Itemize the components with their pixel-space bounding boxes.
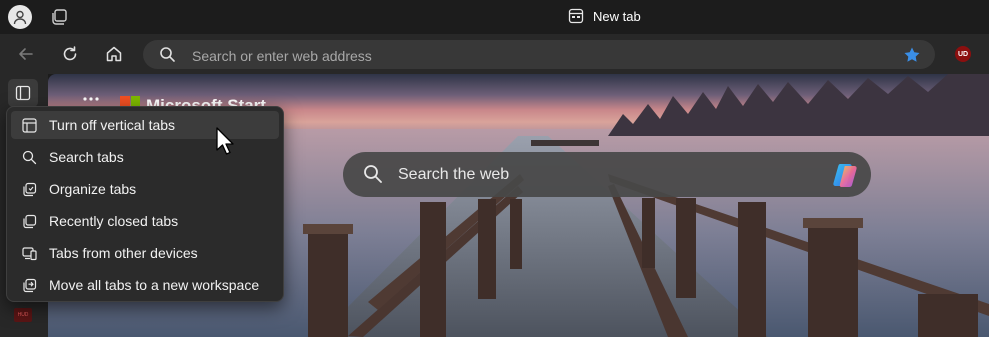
menu-item-organize-tabs[interactable]: Organize tabs [11, 175, 279, 203]
ublock-extension-icon[interactable]: UD [955, 46, 971, 62]
address-bar[interactable] [143, 40, 935, 71]
menu-item-recently-closed-tabs[interactable]: Recently closed tabs [11, 207, 279, 235]
toolbar: UD [0, 34, 989, 74]
menu-item-tabs-from-other-devices[interactable]: Tabs from other devices [11, 239, 279, 267]
search-icon [160, 47, 175, 62]
workspace-move-icon [20, 276, 38, 294]
devices-icon [20, 244, 38, 262]
menu-item-label: Search tabs [49, 149, 124, 165]
menu-item-move-to-workspace[interactable]: Move all tabs to a new workspace [11, 271, 279, 299]
menu-item-label: Move all tabs to a new workspace [49, 277, 260, 293]
menu-item-label: Tabs from other devices [49, 245, 198, 261]
address-input[interactable] [190, 40, 874, 71]
web-search-box[interactable]: Search the web [343, 152, 871, 197]
vertical-tabs-icon [15, 85, 31, 101]
sidebar-tab-favicon[interactable]: HUD [14, 308, 32, 322]
organize-tabs-icon [20, 180, 38, 198]
menu-item-turn-off-vertical-tabs[interactable]: Turn off vertical tabs [11, 111, 279, 139]
tab-title-text: New tab [593, 8, 641, 24]
back-icon[interactable] [14, 42, 38, 66]
new-tab-page-icon [568, 8, 584, 24]
web-search-placeholder: Search the web [398, 166, 510, 183]
mouse-cursor-icon [216, 127, 234, 155]
menu-item-label: Recently closed tabs [49, 213, 179, 229]
tab-actions-menu-button[interactable] [8, 79, 38, 107]
menu-item-search-tabs[interactable]: Search tabs [11, 143, 279, 171]
home-icon[interactable] [102, 42, 126, 66]
active-tab-title[interactable]: New tab [568, 8, 641, 24]
workspaces-icon[interactable] [50, 7, 70, 27]
favorites-star-icon[interactable] [903, 46, 921, 64]
search-icon [364, 165, 382, 183]
recently-closed-icon [20, 212, 38, 230]
copilot-icon[interactable] [831, 160, 861, 190]
menu-item-label: Organize tabs [49, 181, 137, 197]
title-bar: New tab [0, 0, 989, 34]
search-icon [20, 148, 38, 166]
vertical-tabs-off-icon [20, 116, 38, 134]
refresh-icon[interactable] [58, 42, 82, 66]
vertical-tabs-menu: Turn off vertical tabs Search tabs Organ… [6, 106, 284, 302]
menu-item-label: Turn off vertical tabs [49, 117, 176, 133]
profile-icon[interactable] [8, 5, 32, 29]
